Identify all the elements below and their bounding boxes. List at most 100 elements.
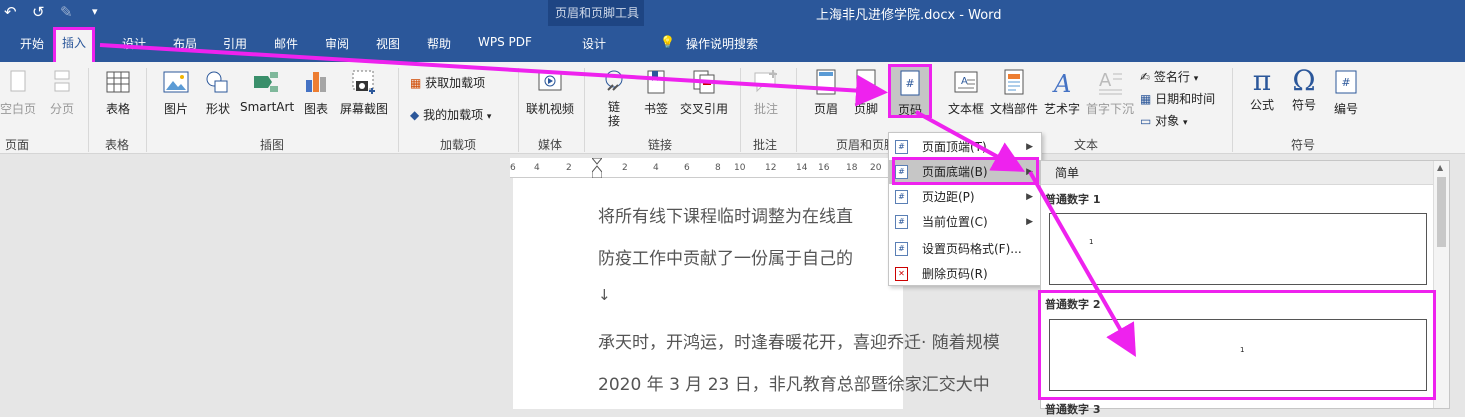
equation-button[interactable]: π 公式 <box>1244 66 1280 113</box>
wordart-icon: A <box>1052 70 1071 96</box>
group-separator <box>88 68 89 152</box>
format-painter-icon[interactable]: ✎ <box>60 3 73 21</box>
highlight-plain-number-2 <box>1038 290 1436 400</box>
shapes-button[interactable]: 形状 <box>200 68 236 117</box>
menu-item-remove-page-numbers[interactable]: ✕ 删除页码(R) <box>889 262 1041 286</box>
comment-button[interactable]: 批注 <box>748 68 784 117</box>
document-page[interactable]: 将所有线下课程临时调整为在线直 防疫工作中贡献了一份属于自己的 ↓ 承天时，开鸿… <box>513 178 1000 409</box>
submenu-arrow-icon: ▶ <box>1026 142 1033 152</box>
header-button[interactable]: 页眉 <box>808 68 844 117</box>
bookmark-icon <box>647 70 665 94</box>
menu-item-current-position[interactable]: # 当前位置(C) ▶ <box>889 210 1041 234</box>
tab-view[interactable]: 视图 <box>376 35 400 52</box>
numbering-button[interactable]: # 编号 <box>1328 68 1364 117</box>
customize-quick-access-icon[interactable]: ▾ <box>92 3 98 21</box>
tab-insert[interactable]: 插入 <box>52 27 96 65</box>
numbering-icon: # <box>1335 70 1357 94</box>
scroll-up-icon: ▲ <box>1437 163 1444 172</box>
page-break-button[interactable]: 分页 <box>44 68 80 117</box>
quick-parts-icon <box>1004 69 1024 95</box>
submenu-arrow-icon: ▶ <box>1026 192 1033 202</box>
link-button[interactable]: 链接 <box>598 68 630 128</box>
header-icon <box>816 69 836 95</box>
textbox-icon: A <box>954 71 978 93</box>
get-addins-button[interactable]: ▦ 获取加载项 <box>410 74 485 91</box>
chart-icon <box>306 72 326 92</box>
cross-reference-icon <box>693 70 715 94</box>
wordart-button[interactable]: A 艺术字 <box>1042 68 1082 117</box>
tab-mailings[interactable]: 邮件 <box>274 35 298 52</box>
addins-icon: ◆ <box>410 108 420 122</box>
calendar-icon: ▦ <box>1140 92 1152 106</box>
screenshot-button[interactable]: 屏幕截图 <box>338 68 390 117</box>
tab-references[interactable]: 引用 <box>223 35 247 52</box>
group-label-links: 链接 <box>648 138 673 152</box>
tab-header-footer-design[interactable]: 设计 <box>582 35 606 52</box>
menu-item-page-margins[interactable]: # 页边距(P) ▶ <box>889 185 1041 209</box>
undo-icon[interactable]: ↶ <box>4 3 17 21</box>
group-separator <box>398 68 399 152</box>
page-number-menu: # 页面顶端(T) ▶ # 页面底端(B) ▶ # 页边距(P) ▶ # 当前位置(C) ▶ #… <box>888 132 1042 286</box>
tab-layout[interactable]: 布局 <box>173 35 197 52</box>
paragraph: 2020 年 3 月 23 日，非凡教育总部暨徐家汇交大中 <box>598 375 990 395</box>
omega-icon: Ω <box>1292 64 1316 97</box>
tab-review[interactable]: 审阅 <box>325 35 349 52</box>
group-separator <box>584 68 585 152</box>
group-label-symbols: 符号 <box>1291 138 1316 152</box>
signature-line-button[interactable]: ✍ 签名行 ▾ <box>1140 68 1198 85</box>
scroll-thumb[interactable] <box>1437 177 1446 247</box>
highlight-page-number-button <box>888 64 932 118</box>
gallery-item-label: 普通数字 3 <box>1045 403 1101 416</box>
tab-home[interactable]: 开始 <box>20 35 44 52</box>
svg-text:A: A <box>1099 70 1112 91</box>
page-margin-icon: # <box>895 190 908 204</box>
menu-item-top-of-page[interactable]: # 页面顶端(T) ▶ <box>889 135 1041 159</box>
smartart-icon <box>254 72 278 92</box>
group-separator <box>1232 68 1233 152</box>
drop-cap-button[interactable]: A 首字下沉 <box>1084 68 1136 117</box>
indent-marker[interactable] <box>590 157 604 179</box>
object-icon: ▭ <box>1140 114 1152 128</box>
highlight-bottom-of-page <box>892 157 1039 185</box>
paragraph: 将所有线下课程临时调整为在线直 <box>598 207 853 227</box>
horizontal-ruler[interactable]: 6 4 2 2 4 6 8 10 12 14 16 18 20 <box>510 157 893 179</box>
store-icon: ▦ <box>410 76 422 90</box>
table-button[interactable]: 表格 <box>100 68 136 117</box>
smartart-button[interactable]: SmartArt <box>240 68 294 114</box>
picture-button[interactable]: 图片 <box>158 68 194 117</box>
group-separator <box>518 68 519 152</box>
chart-button[interactable]: 图表 <box>300 68 332 117</box>
tab-wps-pdf[interactable]: WPS PDF <box>478 35 532 49</box>
textbox-button[interactable]: A 文本框 <box>946 68 986 117</box>
quick-parts-button[interactable]: 文档部件 <box>988 68 1040 117</box>
footer-button[interactable]: 页脚 <box>848 68 884 117</box>
date-time-button[interactable]: ▦ 日期和时间 <box>1140 90 1215 107</box>
footer-icon <box>856 69 876 95</box>
remove-page-number-icon: ✕ <box>895 267 908 281</box>
comment-icon <box>754 70 777 93</box>
gallery-item-plain-number-1[interactable]: 1 <box>1049 213 1427 285</box>
redo-icon[interactable]: ↺ <box>32 3 45 21</box>
link-icon <box>605 70 623 91</box>
signature-icon: ✍ <box>1140 70 1151 84</box>
cross-reference-button[interactable]: 交叉引用 <box>678 68 730 117</box>
svg-text:A: A <box>1052 70 1071 96</box>
group-separator <box>146 68 147 152</box>
shapes-icon <box>206 71 228 93</box>
bookmark-button[interactable]: 书签 <box>640 68 672 117</box>
page-number-preview: 1 <box>1089 238 1094 246</box>
my-addins-button[interactable]: ◆ 我的加载项 ▾ <box>410 106 491 123</box>
online-video-button[interactable]: 联机视频 <box>524 68 576 117</box>
symbol-button[interactable]: Ω 符号 <box>1286 66 1322 113</box>
group-label-text: 文本 <box>1074 138 1099 152</box>
blank-page-button[interactable]: 空白页 <box>0 68 36 117</box>
online-video-icon <box>538 71 562 91</box>
picture-icon <box>163 71 189 93</box>
gallery-category-title: 简单 <box>1041 161 1433 185</box>
group-separator <box>796 68 797 152</box>
tab-design[interactable]: 设计 <box>122 35 146 52</box>
menu-item-format-page-numbers[interactable]: # 设置页码格式(F)... <box>889 237 1041 261</box>
tell-me-search[interactable]: 操作说明搜索 <box>686 35 758 52</box>
object-button[interactable]: ▭ 对象 ▾ <box>1140 112 1188 129</box>
tab-help[interactable]: 帮助 <box>427 35 451 52</box>
